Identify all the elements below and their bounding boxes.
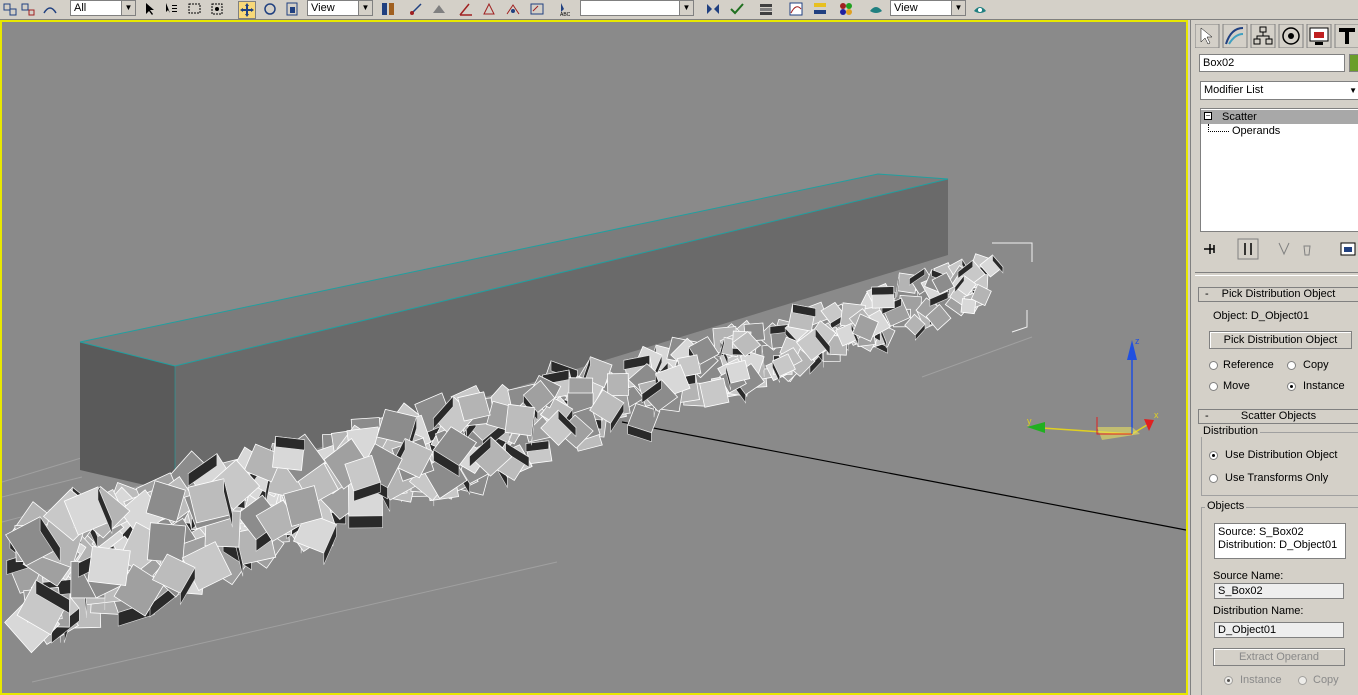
objects-group-title: Objects <box>1205 500 1247 512</box>
percent-snap-icon[interactable] <box>481 1 497 17</box>
transform-gizmo[interactable]: z y x <box>1027 336 1159 440</box>
render-type-dropdown[interactable]: View ▼ <box>890 0 966 16</box>
select-and-rotate-icon[interactable] <box>262 1 278 17</box>
select-and-move-icon[interactable] <box>238 1 256 19</box>
use-transforms-only-label: Use Transforms Only <box>1225 472 1329 484</box>
source-name-label: Source Name: <box>1213 570 1284 582</box>
object-color-swatch[interactable] <box>1349 54 1358 72</box>
extract-copy-label: Copy <box>1313 674 1339 686</box>
use-distribution-object-label: Use Distribution Object <box>1225 449 1338 461</box>
render-scene-icon[interactable] <box>868 1 884 17</box>
modify-tab-icon[interactable] <box>1222 24 1248 48</box>
extract-instance-radio[interactable] <box>1224 676 1233 685</box>
svg-text:ABC: ABC <box>560 12 571 17</box>
named-selection-icon[interactable]: ABC <box>557 1 573 17</box>
scatter-cube <box>960 298 977 315</box>
select-and-manipulate-icon[interactable] <box>408 1 424 17</box>
selection-bracket <box>992 242 1033 333</box>
edit-named-selections-icon[interactable] <box>529 1 545 17</box>
distribution-operand-item[interactable]: Distribution: D_Object01 <box>1218 539 1342 552</box>
distribution-group <box>1201 432 1358 496</box>
y-axis-label: y <box>1027 416 1032 426</box>
use-transforms-only-radio[interactable] <box>1209 474 1218 483</box>
move-label: Move <box>1223 380 1250 392</box>
viewport-scene: z y x <box>2 173 1186 683</box>
extract-copy-radio[interactable] <box>1298 676 1307 685</box>
curve-editor-icon[interactable] <box>788 1 804 17</box>
copy-radio[interactable] <box>1287 361 1296 370</box>
main-toolbar: All ▼ View ▼ ABC ▼ View ▼ <box>0 0 1358 20</box>
distribution-object-label: Object: D_Object01 <box>1213 310 1309 322</box>
scatter-cube <box>699 377 730 408</box>
stack-item-scatter[interactable]: − Scatter <box>1201 110 1358 124</box>
scatter-cube-shadow-face <box>871 286 895 296</box>
window-crossing-icon[interactable] <box>209 1 225 17</box>
collapse-icon[interactable]: − <box>1204 112 1212 120</box>
make-unique-icon[interactable] <box>1278 242 1290 256</box>
use-distribution-object-radio[interactable] <box>1209 451 1218 460</box>
x-axis-label: x <box>1154 410 1159 420</box>
select-and-link-icon[interactable] <box>2 1 18 17</box>
distribution-name-label: Distribution Name: <box>1213 605 1304 617</box>
utilities-tab-icon[interactable] <box>1334 24 1358 48</box>
reference-label: Reference <box>1223 359 1274 371</box>
quick-render-icon[interactable] <box>972 1 988 17</box>
select-by-name-icon[interactable] <box>163 1 179 17</box>
scatter-cube <box>606 373 629 397</box>
motion-tab-icon[interactable] <box>1278 24 1304 48</box>
pick-distribution-object-button[interactable]: Pick Distribution Object <box>1209 331 1352 349</box>
configure-modifier-sets-icon[interactable] <box>1340 242 1356 256</box>
select-object-icon[interactable] <box>142 1 158 17</box>
unlink-selection-icon[interactable] <box>20 1 36 17</box>
distribution-name-field[interactable]: D_Object01 <box>1214 622 1344 638</box>
source-operand-item[interactable]: Source: S_Box02 <box>1218 526 1342 539</box>
selection-filter-dropdown[interactable]: All ▼ <box>70 0 136 16</box>
rectangular-selection-region-icon[interactable] <box>187 1 203 17</box>
scatter-objects-rollout-header[interactable]: - Scatter Objects <box>1198 409 1358 424</box>
operands-list[interactable]: Source: S_Box02 Distribution: D_Object01 <box>1214 523 1346 559</box>
modifier-list-dropdown[interactable]: Modifier List ▼ <box>1200 81 1358 100</box>
instance-radio[interactable] <box>1287 382 1296 391</box>
pick-distribution-rollout-header[interactable]: - Pick Distribution Object <box>1198 287 1358 302</box>
pin-stack-icon[interactable] <box>1204 244 1215 254</box>
snaps-toggle-icon[interactable] <box>431 1 447 17</box>
move-radio[interactable] <box>1209 382 1218 391</box>
schematic-view-icon[interactable] <box>812 1 828 17</box>
use-pivot-center-icon[interactable] <box>380 1 396 17</box>
mirror-icon[interactable] <box>705 1 721 17</box>
scatter-cube-shadow-face <box>348 515 383 529</box>
display-tab-icon[interactable] <box>1306 24 1332 48</box>
copy-label: Copy <box>1303 359 1329 371</box>
object-name-field[interactable]: Box02 <box>1199 54 1345 72</box>
spinner-snap-icon[interactable] <box>505 1 521 17</box>
stack-item-operands[interactable]: Operands <box>1201 124 1358 138</box>
hierarchy-tab-icon[interactable] <box>1250 24 1276 48</box>
bind-to-space-warp-icon[interactable] <box>42 1 58 17</box>
select-and-scale-icon[interactable] <box>285 1 301 17</box>
perspective-viewport[interactable]: z y x <box>0 20 1188 695</box>
named-selection-sets-dropdown[interactable]: ▼ <box>580 0 694 16</box>
remove-modifier-icon[interactable] <box>1303 245 1311 256</box>
command-panel-tabs <box>1195 24 1358 48</box>
z-axis-label: z <box>1135 336 1140 346</box>
extract-instance-label: Instance <box>1240 674 1282 686</box>
modifier-stack[interactable]: − Scatter Operands <box>1200 108 1358 232</box>
material-editor-icon[interactable] <box>838 1 854 17</box>
command-panel: Box02 Modifier List ▼ − Scatter Operands … <box>1190 20 1358 695</box>
reference-coordinate-dropdown[interactable]: View ▼ <box>307 0 373 16</box>
scatter-cube <box>87 546 131 586</box>
extract-operand-button[interactable]: Extract Operand <box>1213 648 1345 666</box>
angle-snap-icon[interactable] <box>458 1 474 17</box>
source-name-field[interactable]: S_Box02 <box>1214 583 1344 599</box>
scatter-cube <box>504 403 536 437</box>
layer-manager-icon[interactable] <box>758 1 774 17</box>
distribution-group-title: Distribution <box>1201 425 1261 437</box>
show-end-result-icon[interactable] <box>1237 238 1259 260</box>
create-tab-icon[interactable] <box>1195 24 1220 48</box>
align-icon[interactable] <box>729 1 745 17</box>
stack-toolbar <box>1204 238 1356 260</box>
reference-radio[interactable] <box>1209 361 1218 370</box>
instance-label: Instance <box>1303 380 1345 392</box>
